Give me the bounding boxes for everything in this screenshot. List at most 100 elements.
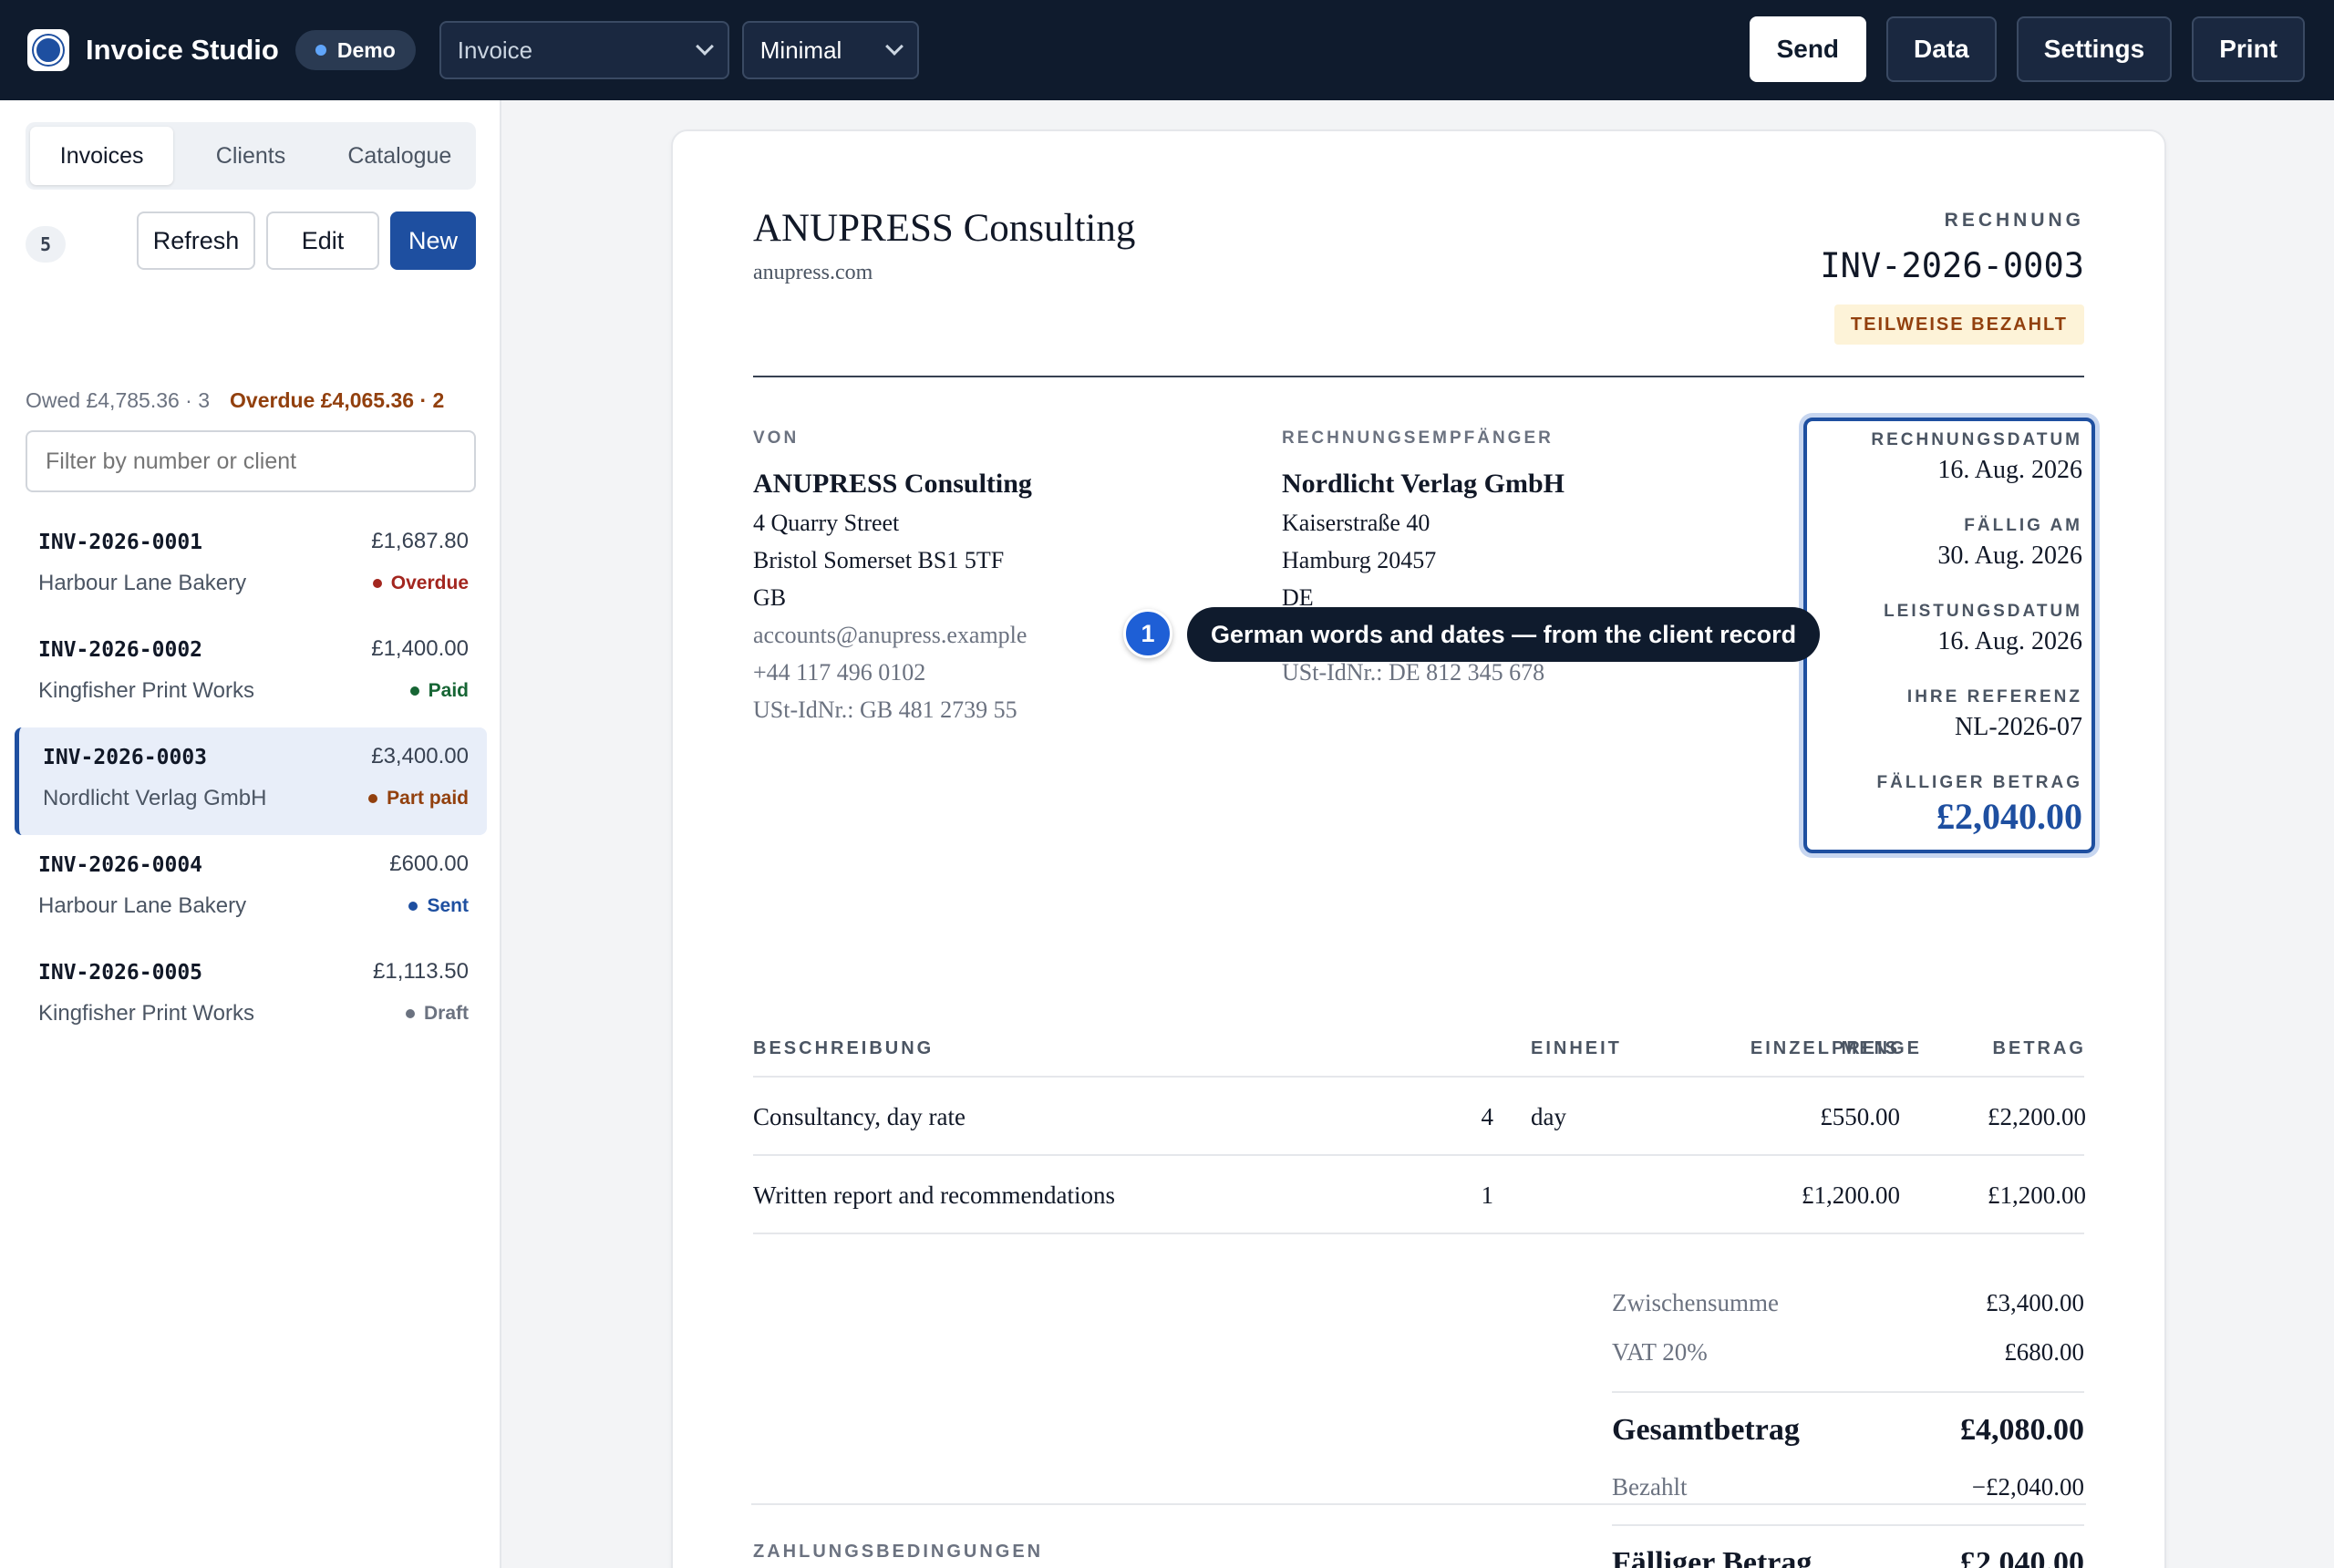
invoice-list: INV-2026-0001 £1,687.80 Harbour Lane Bak… (15, 512, 487, 1050)
invoice-number: INV-2026-0004 (38, 853, 203, 877)
invoice-number: INV-2026-0003 (43, 746, 208, 769)
invoice-number: INV-2026-0005 (38, 961, 203, 985)
subtotal-label: Zwischensumme (1612, 1289, 1779, 1316)
sender-vat: USt-IdNr.: GB 481 2739 55 (753, 696, 1017, 723)
top-bar: Invoice Studio Demo Invoice Minimal Send… (0, 0, 2334, 100)
vat-value: £680.00 (2004, 1338, 2084, 1366)
app-title: Invoice Studio (86, 34, 279, 66)
sender-address: ANUPRESS Consulting 4 Quarry Street Bris… (753, 465, 1032, 728)
theme-select[interactable]: Minimal (741, 21, 919, 79)
invoice-client: Kingfisher Print Works (38, 678, 254, 703)
recipient-line2: Hamburg 20457 (1282, 547, 1437, 573)
invoice-number: INV-2026-0002 (38, 638, 203, 662)
status-label: Sent (427, 895, 469, 916)
from-label: VON (753, 428, 800, 448)
company-website: anupress.com (753, 261, 873, 284)
column-header-description: BESCHREIBUNG (753, 1038, 935, 1058)
table-divider (753, 1076, 2084, 1078)
service-date-label: LEISTUNGSDATUM (1884, 602, 2082, 621)
status-dot-icon (405, 1009, 415, 1018)
invoice-document: ANUPRESS Consulting anupress.com RECHNUN… (671, 129, 2166, 1568)
invoice-number: INV-2026-0001 (38, 531, 203, 554)
recipient-line1: Kaiserstraße 40 (1282, 510, 1430, 536)
invoice-client: Harbour Lane Bakery (38, 571, 247, 595)
sidebar: Invoices Clients Catalogue 5 Refresh Edi… (0, 100, 501, 1568)
recipient-label: RECHNUNGSEMPFÄNGER (1282, 428, 1554, 448)
status-dot-icon (372, 579, 382, 588)
status-dot-icon (408, 902, 418, 911)
service-date-value: 16. Aug. 2026 (1937, 627, 2082, 655)
new-invoice-button[interactable]: New (390, 211, 476, 270)
list-item[interactable]: INV-2026-0001 £1,687.80 Harbour Lane Bak… (15, 512, 487, 620)
column-header-unit: EINHEIT (1531, 1038, 1622, 1058)
tab-catalogue[interactable]: Catalogue (328, 127, 471, 185)
settings-button[interactable]: Settings (2016, 16, 2173, 82)
status-badge: Sent (408, 895, 469, 917)
company-name: ANUPRESS Consulting (753, 207, 1136, 250)
line-item-description: Consultancy, day rate (753, 1103, 966, 1130)
status-badge: Overdue (372, 573, 469, 594)
recipient-name: Nordlicht Verlag GmbH (1282, 469, 1565, 499)
status-label: Part paid (387, 788, 469, 809)
invoice-count-badge: 5 (26, 226, 66, 263)
totals-divider (1612, 1524, 2084, 1526)
line-item-unit: day (1531, 1103, 1566, 1130)
total-label: Gesamtbetrag (1612, 1413, 1800, 1447)
status-dot-icon (368, 794, 378, 803)
sender-name: ANUPRESS Consulting (753, 469, 1032, 499)
status-label: Paid (428, 680, 469, 701)
list-item-selected[interactable]: INV-2026-0003 £3,400.00 Nordlicht Verlag… (15, 727, 487, 835)
total-value: £4,080.00 (1960, 1413, 2084, 1447)
list-item[interactable]: INV-2026-0005 £1,113.50 Kingfisher Print… (15, 943, 487, 1050)
paid-value: −£2,040.00 (1971, 1473, 2084, 1501)
status-badge: TEILWEISE BEZAHLT (1833, 304, 2084, 345)
totals-divider (1612, 1391, 2084, 1393)
invoice-amount: £1,687.80 (371, 529, 469, 553)
print-button[interactable]: Print (2192, 16, 2305, 82)
document-type-value: Invoice (457, 36, 533, 64)
list-item[interactable]: INV-2026-0002 £1,400.00 Kingfisher Print… (15, 620, 487, 727)
list-item[interactable]: INV-2026-0004 £600.00 Harbour Lane Baker… (15, 835, 487, 943)
refresh-button[interactable]: Refresh (137, 211, 255, 270)
client-reference: IHRE REFERENZ NL-2026-07 (1907, 687, 2082, 742)
sender-line1: 4 Quarry Street (753, 510, 900, 536)
line-item-amount: £2,200.00 (1988, 1103, 2086, 1130)
status-badge: Part paid (368, 788, 469, 810)
subtotal-value: £3,400.00 (1986, 1289, 2084, 1316)
data-button[interactable]: Data (1886, 16, 1997, 82)
sender-line3: GB (753, 584, 787, 611)
column-header-unit-price: EINZELPREIS (1750, 1038, 1900, 1058)
line-item-description: Written report and recommendations (753, 1181, 1116, 1209)
balance-due-label: Fälliger Betrag (1612, 1546, 1812, 1568)
callout-number-badge: 1 (1123, 609, 1172, 658)
line-item-unit-price: £1,200.00 (1802, 1181, 1900, 1209)
overdue-summary: Overdue £4,065.36 · 2 (230, 388, 445, 412)
document-type-select[interactable]: Invoice (439, 21, 729, 79)
due-date-value: 30. Aug. 2026 (1937, 542, 2082, 570)
invoice-amount: £1,400.00 (371, 636, 469, 661)
tab-clients[interactable]: Clients (179, 127, 322, 185)
header-divider (753, 376, 2084, 377)
edit-button[interactable]: Edit (266, 211, 379, 270)
status-dot-icon (409, 686, 419, 696)
balance-due-value: £2,040.00 (1960, 1546, 2084, 1568)
amount-due: FÄLLIGER BETRAG £2,040.00 (1877, 773, 2083, 838)
amount-due-value: £2,040.00 (1936, 796, 2082, 837)
invoice-amount: £600.00 (389, 851, 469, 876)
invoice-amount: £1,113.50 (373, 959, 469, 984)
table-divider (753, 1154, 2084, 1156)
vat-label: VAT 20% (1612, 1338, 1708, 1366)
tab-invoices[interactable]: Invoices (30, 127, 174, 185)
invoice-meta-box[interactable]: RECHNUNGSDATUM 16. Aug. 2026 FÄLLIG AM 3… (1803, 418, 2095, 853)
chevron-down-icon (884, 37, 904, 56)
send-button[interactable]: Send (1749, 16, 1867, 82)
invoice-client: Kingfisher Print Works (38, 1001, 254, 1026)
payment-terms-label: ZAHLUNGSBEDINGUNGEN (753, 1542, 1044, 1562)
client-reference-label: IHRE REFERENZ (1906, 687, 2082, 707)
line-item-amount: £1,200.00 (1988, 1181, 2086, 1209)
invoice-amount: £3,400.00 (371, 744, 469, 769)
invoice-filter-input[interactable] (26, 430, 476, 492)
demo-badge: Demo (294, 30, 416, 70)
status-badge: Paid (409, 680, 469, 702)
invoice-number-heading: INV-2026-0003 (1820, 246, 2084, 285)
